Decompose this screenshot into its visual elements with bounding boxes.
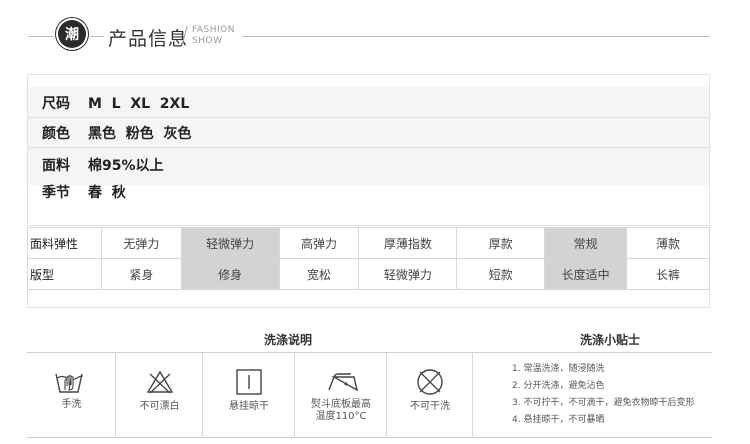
care-cell-divider xyxy=(116,352,203,438)
care-label: 不可干洗 xyxy=(410,401,450,412)
care-label: 不可漂白 xyxy=(139,401,180,412)
property-option: 厚薄指数 xyxy=(358,227,458,259)
properties-table: 面料弹性 无弹力 轻微弹力 高弹力 厚薄指数 厚款 常规 薄款 版型 紧身 修身… xyxy=(27,227,710,290)
property-option: 无弹力 xyxy=(100,227,182,259)
info-label: 面料 xyxy=(42,158,70,174)
wash-tip: 1. 常温洗涤，随浸随洗 xyxy=(512,364,605,374)
section-title: 产品信息 xyxy=(108,28,189,50)
header-line-right xyxy=(242,36,710,37)
property-name: 版型 xyxy=(27,258,102,290)
wash-tip: 3. 不可拧干，不可滴干，避免衣物晾干后变形 xyxy=(512,398,695,408)
hang-dry-icon xyxy=(236,369,262,395)
care-label: 悬挂晾干 xyxy=(229,401,269,412)
care-label: 手洗 xyxy=(61,399,82,410)
info-value: 黑色 粉色 灰色 xyxy=(88,126,192,142)
table-row: 面料弹性 无弹力 轻微弹力 高弹力 厚薄指数 厚款 常规 薄款 xyxy=(27,227,710,259)
wash-instructions-heading: 洗涤说明 xyxy=(264,333,313,347)
property-option: 短款 xyxy=(456,258,546,290)
property-option-selected: 修身 xyxy=(180,258,280,290)
table-row: 版型 紧身 修身 宽松 轻微弹力 短款 长度适中 长裤 xyxy=(27,258,710,290)
hand-wash-icon xyxy=(55,373,83,393)
info-divider xyxy=(28,117,709,118)
property-option: 宽松 xyxy=(278,258,360,290)
info-divider xyxy=(28,147,709,148)
table-footer-spacer xyxy=(27,290,710,308)
property-option-selected: 常规 xyxy=(544,227,628,259)
info-value: 棉95%以上 xyxy=(88,158,164,174)
care-cell-divider xyxy=(295,352,387,438)
info-row-season: 季节 春 秋 xyxy=(42,182,126,202)
property-option: 长裤 xyxy=(626,258,710,290)
wash-tips-heading: 洗涤小贴士 xyxy=(580,333,641,347)
info-label: 尺码 xyxy=(42,96,70,112)
info-value: M L XL 2XL xyxy=(88,96,190,112)
property-option: 高弹力 xyxy=(278,227,360,259)
info-row-color: 颜色 黑色 粉色 灰色 xyxy=(42,123,192,143)
info-label: 颜色 xyxy=(42,126,70,142)
property-option: 轻微弹力 xyxy=(358,258,458,290)
property-option-selected: 长度适中 xyxy=(544,258,628,290)
property-option: 薄款 xyxy=(626,227,710,259)
property-name: 面料弹性 xyxy=(27,227,102,259)
info-row-size: 尺码 M L XL 2XL xyxy=(42,93,189,113)
iron-icon xyxy=(328,373,359,392)
property-option: 紧身 xyxy=(100,258,182,290)
info-value: 春 秋 xyxy=(88,185,126,201)
care-label: 熨斗底板最高 温度110°C xyxy=(311,399,371,422)
property-option-selected: 轻微弹力 xyxy=(180,227,280,259)
brand-seal-logo: 潮 xyxy=(58,20,86,48)
header-line-left xyxy=(28,36,54,37)
wash-tip: 4. 悬挂晾干，不可暴晒 xyxy=(512,415,605,425)
no-bleach-icon xyxy=(146,370,174,394)
section-subtitle: FASHION SHOW xyxy=(192,25,235,46)
care-cell-divider xyxy=(27,352,116,438)
info-row-fabric: 面料 棉95%以上 xyxy=(42,155,164,175)
wash-tip: 2. 分开洗涤，避免沾色 xyxy=(512,381,605,391)
no-tumble-dry-icon xyxy=(417,369,443,395)
info-label: 季节 xyxy=(42,185,70,201)
header-line-mid xyxy=(90,36,104,37)
property-option: 厚款 xyxy=(456,227,546,259)
product-info-panel: 尺码 M L XL 2XL 颜色 黑色 粉色 灰色 面料 棉95%以上 季节 春 秋 xyxy=(27,74,710,226)
